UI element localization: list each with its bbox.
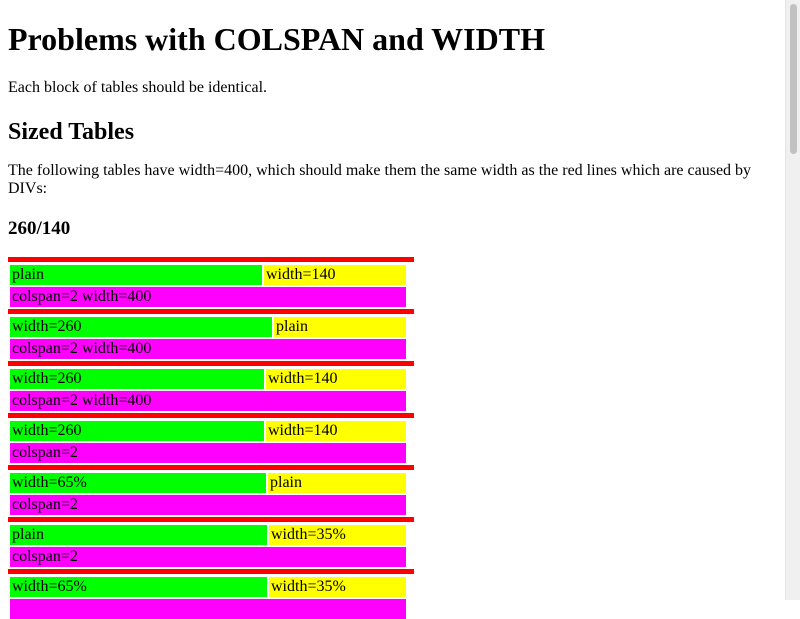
table-4-left-cell: width=260: [10, 421, 264, 441]
table-3-left-cell: width=260: [10, 369, 264, 389]
table-2-colspan-cell: colspan=2 width=400: [10, 339, 406, 359]
vertical-scrollbar[interactable]: [785, 0, 800, 600]
red-divider-line: [8, 361, 414, 366]
scrollbar-thumb[interactable]: [790, 4, 797, 154]
red-divider-line: [8, 413, 414, 418]
red-divider-line: [8, 569, 414, 574]
table-2-right-cell: plain: [274, 317, 406, 337]
intro-text: Each block of tables should be identical…: [8, 79, 268, 96]
table-3-colspan-cell: colspan=2 width=400: [10, 391, 406, 411]
table-6-right-cell: width=35%: [269, 525, 406, 545]
table-7-right-cell: width=35%: [269, 577, 406, 597]
table-1-colspan-cell: colspan=2 width=400: [10, 287, 406, 307]
table-3-right-cell: width=140: [266, 369, 406, 389]
table-5-left-cell: width=65%: [10, 473, 266, 493]
table-5-right-cell: plain: [268, 473, 406, 493]
red-divider-line: [8, 309, 414, 314]
table-6-colspan-cell: colspan=2: [10, 547, 406, 567]
red-divider-line: [8, 465, 414, 470]
page-title: Problems with COLSPAN and WIDTH: [8, 21, 545, 57]
table-5-colspan-cell: colspan=2: [10, 495, 406, 515]
table-4-right-cell: width=140: [266, 421, 406, 441]
red-divider-line: [8, 517, 414, 522]
table-1-right-cell: width=140: [264, 265, 406, 285]
table-7-colspan-cell: [10, 599, 406, 619]
table-1-left-cell: plain: [10, 265, 262, 285]
section-title: Sized Tables: [8, 119, 135, 145]
description-text: The following tables have width=400, whi…: [8, 162, 752, 197]
table-2-left-cell: width=260: [10, 317, 272, 337]
red-divider-line: [8, 257, 414, 262]
subsection-title: 260/140: [8, 218, 71, 239]
table-4-colspan-cell: colspan=2: [10, 443, 406, 463]
table-6-left-cell: plain: [10, 525, 267, 545]
table-7-left-cell: width=65%: [10, 577, 267, 597]
